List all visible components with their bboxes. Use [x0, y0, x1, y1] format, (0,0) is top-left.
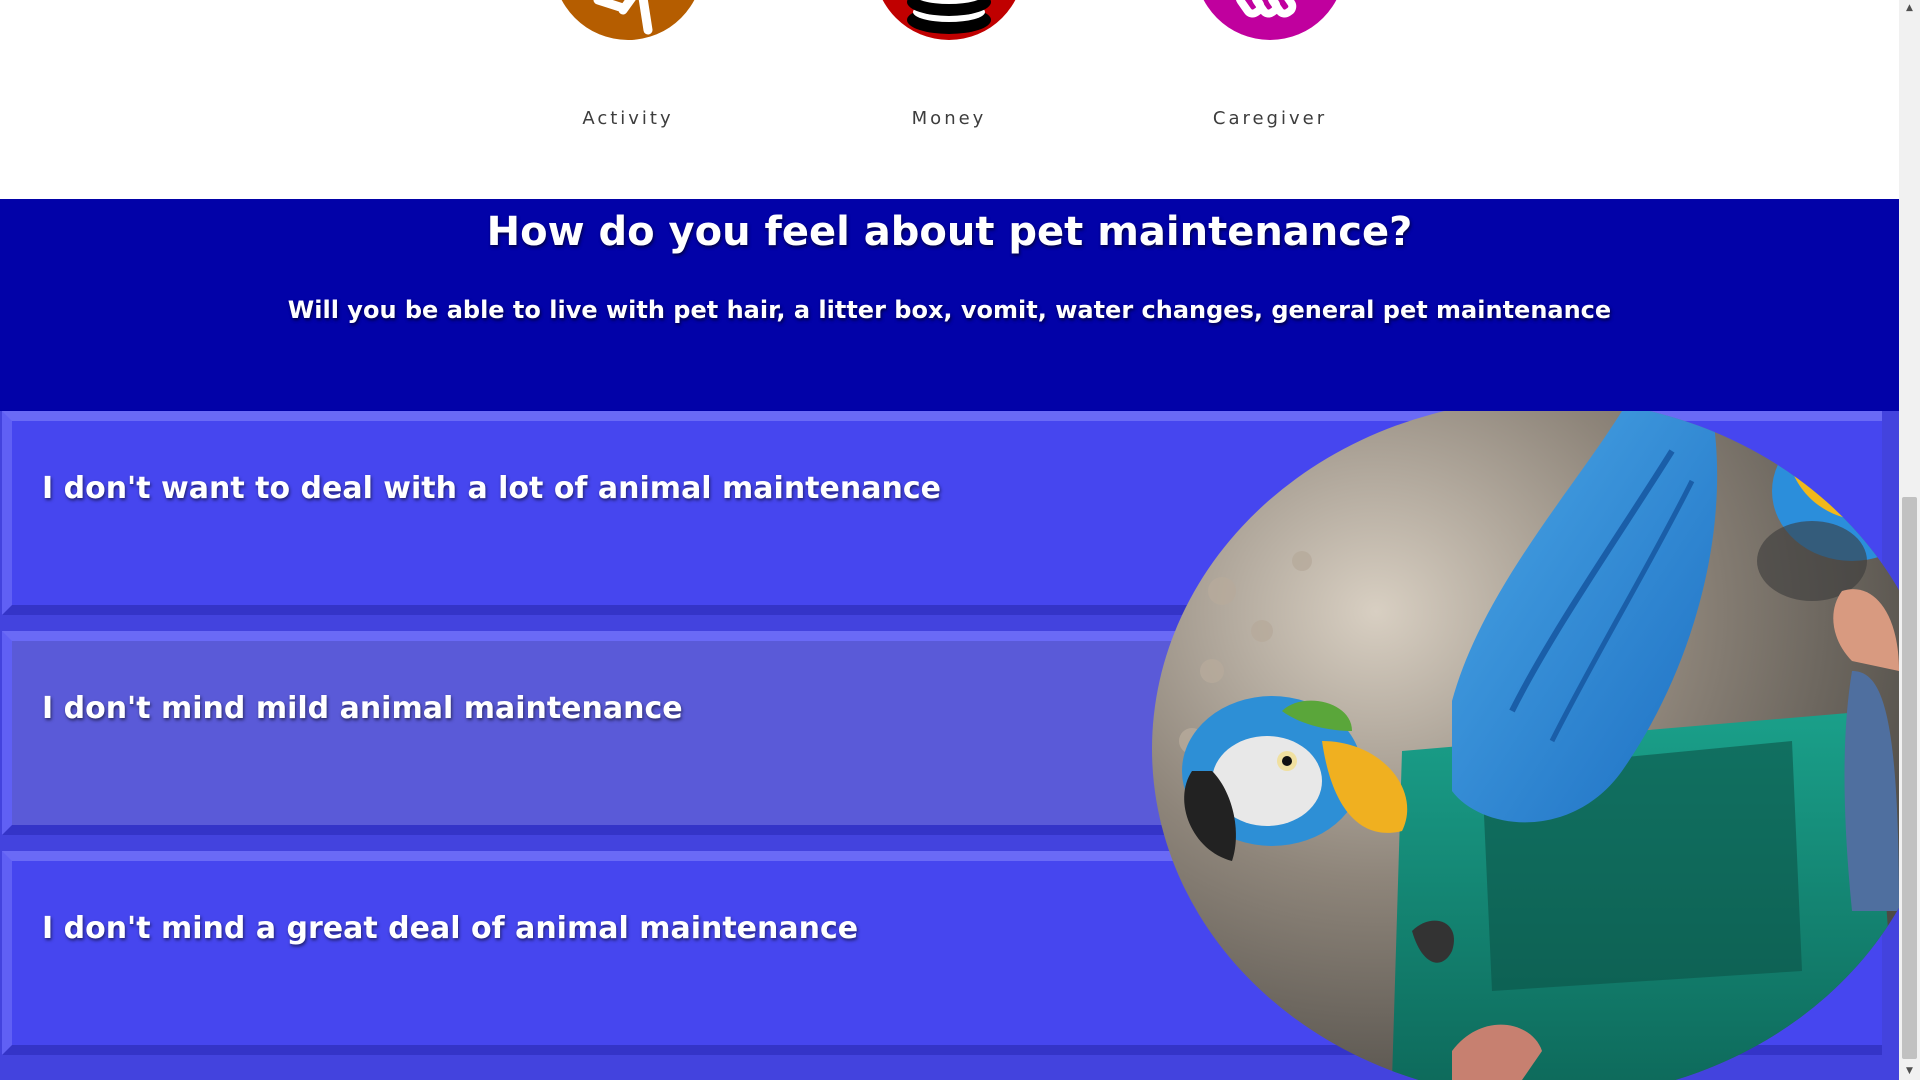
- option-label: I don't mind mild animal maintenance: [42, 691, 683, 726]
- question-title: How do you feel about pet maintenance?: [486, 209, 1413, 255]
- running-person-icon: [553, 0, 703, 40]
- page-scrollbar[interactable]: ▲ ▼: [1899, 0, 1920, 1080]
- option-label: I don't mind a great deal of animal main…: [42, 911, 859, 946]
- category-label: Activity: [582, 108, 674, 129]
- scroll-down-arrow-icon[interactable]: ▼: [1899, 1063, 1920, 1080]
- category-label: Caregiver: [1212, 108, 1328, 129]
- category-label: Money: [911, 108, 987, 129]
- parrot-photo: [1152, 411, 1899, 1080]
- question-subtitle: Will you be able to live with pet hair, …: [287, 296, 1612, 324]
- coin-stack-icon: [874, 0, 1024, 40]
- option-label: I don't want to deal with a lot of anima…: [42, 471, 941, 506]
- scroll-thumb[interactable]: [1902, 497, 1917, 1059]
- category-strip: Activity Money Caregiver: [0, 0, 1899, 199]
- question-header: How do you feel about pet maintenance? W…: [0, 199, 1899, 411]
- handshake-icon: [1195, 0, 1345, 40]
- scroll-up-arrow-icon[interactable]: ▲: [1899, 0, 1920, 17]
